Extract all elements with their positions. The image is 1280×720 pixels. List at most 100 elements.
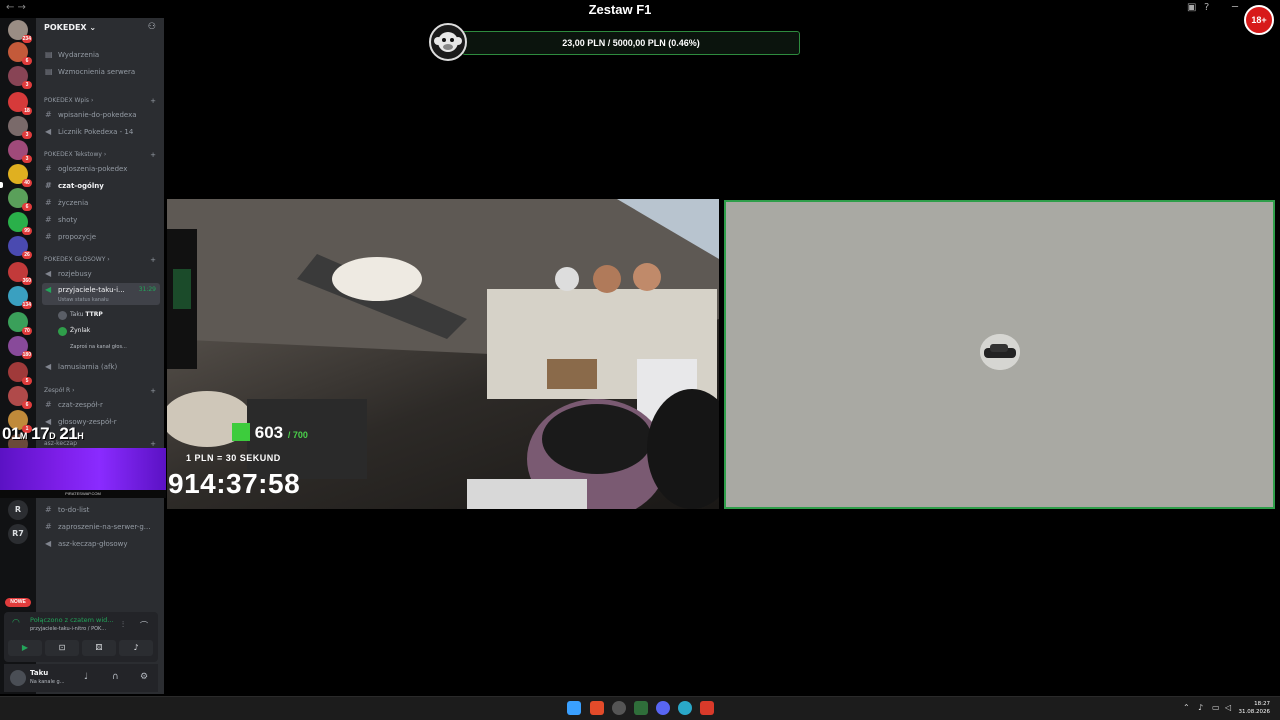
- help-icon[interactable]: ?: [1204, 2, 1209, 13]
- add-channel-icon[interactable]: +: [150, 150, 156, 160]
- discord-icon[interactable]: [656, 701, 670, 715]
- mention-badge: 3: [22, 81, 32, 89]
- server-icon[interactable]: 6: [8, 386, 32, 409]
- server-icon[interactable]: 134: [8, 286, 32, 309]
- category-zespol-r[interactable]: Zespół R › +: [44, 386, 160, 396]
- edge-icon[interactable]: [678, 701, 692, 715]
- volume-icon[interactable]: ◁: [1225, 703, 1231, 712]
- obs-icon[interactable]: [612, 701, 626, 715]
- category-pokedex-tekstowy[interactable]: POKEDEX Tekstowy › +: [44, 150, 160, 160]
- channel-shoty[interactable]: # shoty: [42, 213, 160, 227]
- server-icon[interactable]: 3: [8, 116, 32, 139]
- windows-start-icon[interactable]: [567, 701, 581, 715]
- server-icon[interactable]: 6: [8, 188, 32, 211]
- channel-zaproszenie[interactable]: # zaproszenie-na-serwer-g...: [42, 520, 160, 534]
- back-forward-icon[interactable]: ← →: [6, 2, 26, 13]
- app-icon[interactable]: [700, 701, 714, 715]
- channel-czat-ogolny[interactable]: # czat-ogólny: [42, 179, 160, 193]
- activities-button[interactable]: ⚄: [82, 640, 116, 656]
- channel-propozycje[interactable]: # propozycje: [42, 230, 160, 244]
- hash-icon: #: [45, 110, 52, 119]
- add-channel-icon[interactable]: +: [150, 386, 156, 396]
- network-icon[interactable]: ▭: [1212, 703, 1220, 712]
- mention-badge: 6: [22, 401, 32, 409]
- headset-icon[interactable]: ∩: [112, 672, 119, 682]
- age-restriction-badge: 18+: [1244, 5, 1274, 35]
- camera-button[interactable]: ▶: [8, 640, 42, 656]
- mention-badge: 18: [22, 107, 32, 115]
- server-icon[interactable]: 3: [8, 140, 32, 163]
- server-icon[interactable]: 99: [8, 212, 32, 235]
- user-panel: Taku Na kanale g... ♩ ∩ ⚙: [4, 664, 158, 692]
- voice-member[interactable]: Żynlak: [58, 325, 158, 337]
- mic-tray-icon[interactable]: ♪: [1198, 703, 1203, 712]
- category-pokedex-wpis[interactable]: POKEDEX Wpis › +: [44, 96, 160, 106]
- server-icon[interactable]: 360: [8, 262, 32, 285]
- add-channel-icon[interactable]: +: [150, 96, 156, 106]
- events-item[interactable]: ▤ Wydarzenia: [42, 48, 160, 62]
- category-pokedex-glosowy[interactable]: POKEDEX GŁOSOWY › +: [44, 255, 160, 265]
- channel-todo[interactable]: # to-do-list: [42, 503, 160, 517]
- channel-ogloszenia[interactable]: # ogloszenia-pokedex: [42, 162, 160, 176]
- taskbar-clock[interactable]: 18:27 31.08.2026: [1239, 700, 1271, 716]
- server-icon[interactable]: 3: [8, 66, 32, 89]
- voice-connection-panel: ◠ Połączono z czatem wid... przyjaciele-…: [4, 612, 158, 662]
- voice-channel-link[interactable]: przyjaciele-taku-i-nitro / POK...: [30, 626, 106, 632]
- screen-share-button[interactable]: ⊡: [45, 640, 79, 656]
- participant-avatar: [980, 334, 1020, 370]
- soundboard-button[interactable]: ♪: [119, 640, 153, 656]
- mention-badge: 99: [22, 227, 32, 235]
- gear-icon[interactable]: ⚙: [140, 672, 148, 682]
- mention-badge: 70: [22, 327, 32, 335]
- mention-badge: 26: [22, 251, 32, 259]
- server-icon[interactable]: 6: [8, 42, 32, 65]
- server-icon-r[interactable]: R: [8, 500, 28, 520]
- server-icon[interactable]: 5: [8, 362, 32, 385]
- rate-label: 1 PLN = 30 SEKUND: [186, 453, 281, 463]
- invite-to-voice[interactable]: Zaproś na kanał głos...: [58, 341, 158, 353]
- username: Taku: [30, 669, 49, 677]
- noise-suppression-icon[interactable]: ⫶: [122, 620, 124, 630]
- inbox-icon[interactable]: ▣: [1187, 2, 1196, 13]
- tray-overflow-icon[interactable]: ⌃: [1183, 703, 1190, 712]
- voice-member[interactable]: Taku TTRP: [58, 309, 158, 321]
- channel-licznik[interactable]: ◀ Licznik Pokedexa - 14: [42, 125, 160, 139]
- mention-badge: 180: [21, 351, 32, 359]
- calendar-icon: ▤: [45, 50, 53, 59]
- channel-zyczenia[interactable]: # życzenia: [42, 196, 160, 210]
- server-icon[interactable]: 40: [8, 164, 32, 187]
- channel-wpisanie[interactable]: # wpisanie-do-pokedexa: [42, 108, 160, 122]
- set-status-link[interactable]: Ustaw status kanału: [58, 293, 109, 305]
- avatar[interactable]: [10, 670, 26, 686]
- hash-icon: #: [45, 232, 52, 241]
- add-channel-icon[interactable]: +: [150, 255, 156, 265]
- donation-goal-bar: 23,00 PLN / 5000,00 PLN (0.46%): [462, 31, 800, 55]
- channel-asz-glosowy[interactable]: ◀ asz-keczap-głosowy: [42, 537, 160, 551]
- server-rail: 23463183340699263601347018056134RR7NOWE: [0, 18, 36, 694]
- disconnect-icon[interactable]: ⌒: [140, 620, 148, 631]
- add-member-icon[interactable]: ⚇: [148, 22, 156, 32]
- hash-icon: #: [45, 164, 52, 173]
- channel-czat-zespol[interactable]: # czat-zespół-r: [42, 398, 160, 412]
- brave-browser-icon[interactable]: [590, 701, 604, 715]
- speaker-icon: ◀: [45, 539, 52, 548]
- server-icon[interactable]: 26: [8, 236, 32, 259]
- terminal-icon[interactable]: [634, 701, 648, 715]
- server-icon[interactable]: 180: [8, 336, 32, 359]
- server-icon[interactable]: 18: [8, 92, 32, 115]
- minimize-icon[interactable]: ─: [1232, 2, 1238, 13]
- active-server-pill: [0, 182, 3, 188]
- voice-channel-active[interactable]: ◀ przyjaciele-taku-i... 31:29 Ustaw stat…: [42, 283, 160, 305]
- server-icon[interactable]: 70: [8, 312, 32, 335]
- mic-icon[interactable]: ♩: [84, 672, 88, 682]
- user-status: Na kanale g...: [30, 679, 65, 685]
- server-icon-r7[interactable]: R7: [8, 524, 28, 544]
- avatar: [58, 327, 67, 336]
- sub-counter: 603 / 700: [232, 423, 308, 443]
- channel-rozjebusy[interactable]: ◀ rozjebusy: [42, 267, 160, 281]
- server-header[interactable]: POKEDEX ⌄ ⚇: [36, 18, 164, 38]
- subathon-timer: 914:37:58: [168, 468, 301, 499]
- channel-afk[interactable]: ◀ lamusiarnia (afk): [42, 360, 160, 374]
- boosts-item[interactable]: ▤ Wzmocnienia serwera: [42, 65, 160, 79]
- server-icon[interactable]: 234: [8, 20, 32, 43]
